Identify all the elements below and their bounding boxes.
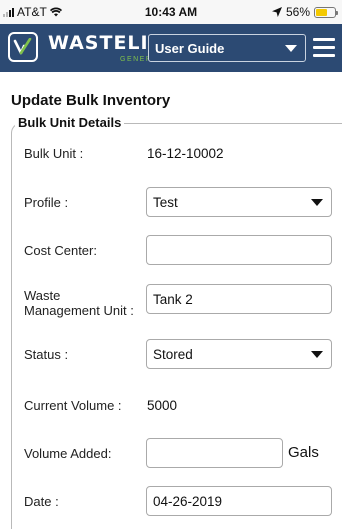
current-volume-value: 5000 <box>147 398 178 413</box>
bulk-unit-value: 16-12-10002 <box>147 146 224 161</box>
waste-management-unit-label-line1: Waste <box>24 288 61 303</box>
volume-unit-label: Gals <box>288 444 319 461</box>
waste-management-unit-input[interactable]: Tank 2 <box>146 284 332 314</box>
date-input[interactable]: 04-26-2019 <box>146 486 332 516</box>
status-select-value: Stored <box>153 347 193 362</box>
battery-percent: 56% <box>285 5 310 19</box>
status-select[interactable]: Stored <box>146 339 332 369</box>
chevron-down-icon <box>311 351 323 358</box>
chevron-down-icon <box>311 199 323 206</box>
volume-added-input[interactable] <box>146 438 283 468</box>
volume-added-label: Volume Added: <box>24 446 112 461</box>
current-volume-label: Current Volume : <box>24 398 122 413</box>
user-guide-select[interactable]: User Guide <box>148 34 306 62</box>
logo-icon <box>8 32 38 62</box>
waste-management-unit-label-line2: Management Unit : <box>24 303 134 318</box>
battery-icon <box>314 6 338 18</box>
fieldset-legend: Bulk Unit Details <box>15 115 125 130</box>
status-bar: AT&T 10:43 AM 56% <box>0 0 342 24</box>
profile-label: Profile : <box>24 195 69 210</box>
cost-center-input[interactable] <box>146 235 332 265</box>
chevron-down-icon <box>285 45 297 52</box>
bulk-unit-details-fieldset <box>11 123 342 529</box>
bulk-unit-label: Bulk Unit : <box>24 146 84 161</box>
location-arrow-icon <box>271 7 282 17</box>
hamburger-menu-icon[interactable] <box>313 38 335 58</box>
status-label: Status : <box>24 347 69 362</box>
cost-center-label: Cost Center: <box>24 243 97 258</box>
profile-select-value: Test <box>153 195 178 210</box>
date-label: Date : <box>24 494 59 509</box>
status-right: 56% <box>271 5 338 19</box>
page-title: Update Bulk Inventory <box>11 92 171 109</box>
profile-select[interactable]: Test <box>146 187 332 217</box>
user-guide-select-value: User Guide <box>155 41 225 56</box>
waste-management-unit-label: Waste Management Unit : <box>24 288 134 318</box>
app-header: WASTELINQ GENERATOR User Guide <box>0 24 342 72</box>
